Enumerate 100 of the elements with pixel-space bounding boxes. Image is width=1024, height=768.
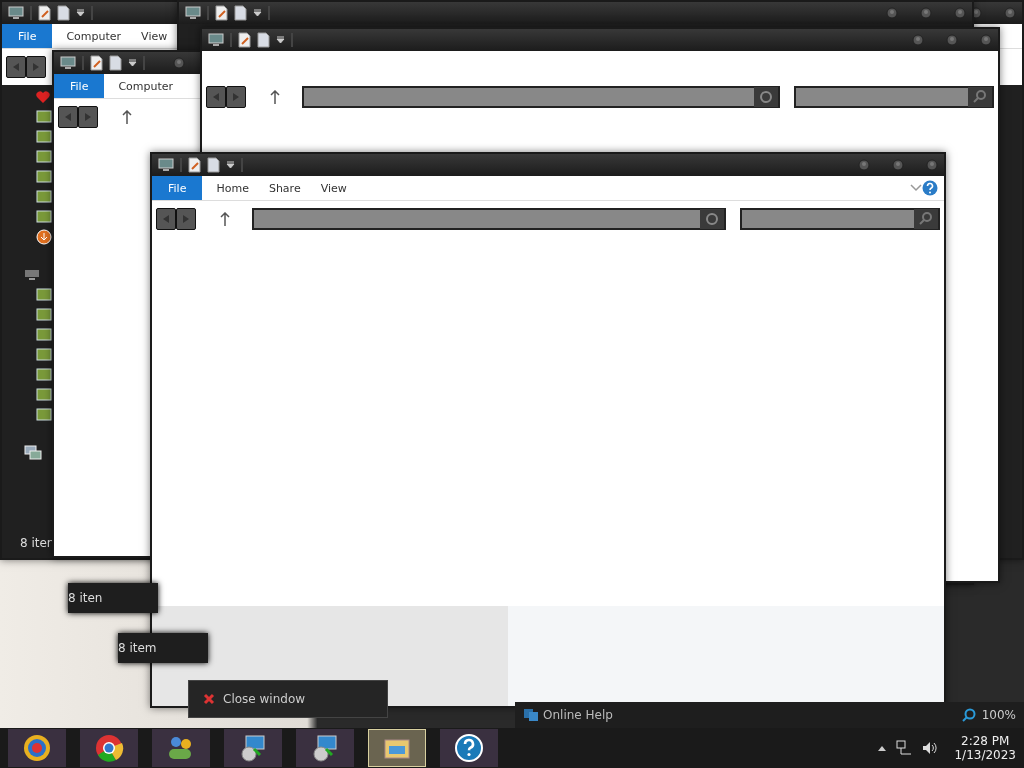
ribbon-tab[interactable]: Share (258, 176, 311, 200)
folder-icon[interactable] (36, 149, 52, 163)
ribbon-tab[interactable]: Computer (56, 24, 132, 48)
file-icon[interactable] (109, 55, 122, 71)
address-field[interactable] (252, 208, 726, 230)
right-triangle-icon (232, 93, 240, 101)
monitor-icon (185, 6, 201, 20)
folder-icon[interactable] (36, 307, 52, 321)
speaker-icon[interactable] (922, 740, 939, 756)
installer-taskbar-button[interactable] (224, 729, 282, 767)
minimize-button[interactable] (858, 159, 870, 171)
installer-taskbar-button[interactable] (296, 729, 354, 767)
search-icon[interactable] (968, 87, 992, 107)
ribbon-tab[interactable]: File (2, 24, 53, 48)
up-arrow-icon[interactable] (270, 90, 280, 104)
folder-icon[interactable] (36, 189, 52, 203)
monitor-icon (208, 33, 224, 47)
ribbon-tab[interactable]: View (310, 176, 357, 200)
back-button[interactable] (156, 208, 176, 230)
left-triangle-icon (64, 113, 72, 121)
help-link[interactable]: Online Help (523, 708, 613, 722)
zoom-icon[interactable] (961, 708, 976, 722)
document-icon[interactable] (90, 55, 103, 71)
ribbon-tab[interactable]: View (131, 24, 178, 48)
forward-button[interactable] (226, 86, 246, 108)
search-field[interactable] (794, 86, 994, 108)
chevron-up-icon[interactable] (878, 745, 887, 751)
document-icon[interactable] (215, 5, 228, 21)
folder-icon[interactable] (36, 327, 52, 341)
minimize-button[interactable] (886, 7, 898, 19)
browser-taskbar-button[interactable] (80, 729, 138, 767)
minimize-button[interactable] (173, 57, 185, 69)
chevron-down-icon[interactable] (910, 184, 922, 192)
up-arrow-icon[interactable] (122, 110, 132, 124)
forward-button[interactable] (78, 106, 98, 128)
folder-icon[interactable] (36, 367, 52, 381)
file-icon[interactable] (57, 5, 70, 21)
document-icon[interactable] (188, 157, 201, 173)
folder-icon[interactable] (36, 287, 52, 301)
heart-icon[interactable] (36, 91, 50, 103)
help-icon[interactable] (922, 180, 938, 196)
caret-icon[interactable] (253, 9, 262, 17)
right-triangle-icon (32, 63, 40, 71)
caret-icon[interactable] (76, 9, 85, 17)
close-button[interactable] (926, 159, 938, 171)
minimize-button[interactable] (912, 34, 924, 46)
file-icon[interactable] (234, 5, 247, 21)
help-taskbar-button[interactable] (440, 729, 498, 767)
close-button[interactable] (980, 34, 992, 46)
left-triangle-icon (12, 63, 20, 71)
back-button[interactable] (6, 56, 26, 78)
file-icon[interactable] (207, 157, 220, 173)
forward-button[interactable] (176, 208, 196, 230)
ribbon-tab[interactable]: File (54, 74, 105, 98)
monitor-icon (8, 6, 24, 20)
folder-icon[interactable] (36, 407, 52, 421)
computer-icon[interactable] (24, 269, 40, 281)
folder-taskbar-button[interactable] (368, 729, 426, 767)
caret-icon[interactable] (276, 36, 285, 44)
refresh-icon[interactable] (700, 209, 724, 229)
forward-button[interactable] (26, 56, 46, 78)
close-button[interactable] (1004, 7, 1016, 19)
maximize-button[interactable] (892, 159, 904, 171)
close-window-button[interactable]: Close window (188, 680, 388, 718)
caret-icon[interactable] (226, 161, 235, 169)
close-button[interactable] (954, 7, 966, 19)
back-button[interactable] (206, 86, 226, 108)
clock-time[interactable]: 2:28 PM (961, 734, 1010, 748)
people-taskbar-button[interactable] (152, 729, 210, 767)
folder-icon[interactable] (36, 209, 52, 223)
search-field[interactable] (740, 208, 940, 230)
folder-icon[interactable] (36, 109, 52, 123)
folder-icon[interactable] (36, 347, 52, 361)
monitor-icon (60, 56, 76, 70)
back-button[interactable] (58, 106, 78, 128)
maximize-button[interactable] (920, 7, 932, 19)
up-arrow-icon[interactable] (220, 212, 230, 226)
document-icon[interactable] (238, 32, 251, 48)
folder-icon[interactable] (36, 169, 52, 183)
zoom-level[interactable]: 100% (981, 708, 1016, 722)
start-button[interactable] (8, 729, 66, 767)
network-icon[interactable] (896, 740, 913, 756)
ribbon-tab[interactable]: Home (206, 176, 259, 200)
download-icon[interactable] (36, 229, 52, 245)
clock-date[interactable]: 1/13/2023 (954, 748, 1016, 762)
folder-icon[interactable] (36, 387, 52, 401)
left-triangle-icon (162, 215, 170, 223)
installer-icon (310, 733, 340, 763)
network-icon[interactable] (24, 445, 42, 461)
refresh-icon[interactable] (754, 87, 778, 107)
address-field[interactable] (302, 86, 780, 108)
search-icon[interactable] (914, 209, 938, 229)
maximize-button[interactable] (946, 34, 958, 46)
document-icon[interactable] (38, 5, 51, 21)
ribbon-tab[interactable]: File (152, 176, 203, 200)
folder-icon[interactable] (36, 129, 52, 143)
ribbon-tab[interactable]: Computer (108, 74, 184, 98)
file-icon[interactable] (257, 32, 270, 48)
caret-icon[interactable] (128, 59, 137, 67)
start-orb-icon (22, 733, 52, 763)
